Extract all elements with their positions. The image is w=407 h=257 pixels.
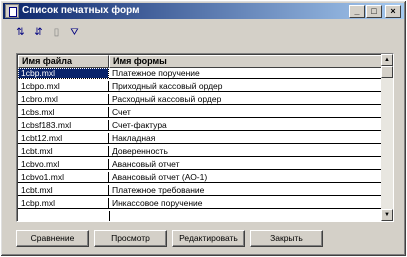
table-row[interactable]: 1cbp.mxl Платежное поручение [18, 68, 382, 79]
table-row[interactable]: 1cbt.mxl Платежное требование [18, 185, 382, 196]
scroll-thumb[interactable] [381, 66, 393, 78]
form-cell[interactable]: Авансовый отчет (АО-1) [109, 172, 382, 183]
close-window-button[interactable]: × [385, 5, 401, 18]
table-row[interactable]: 1cbs.mxl Счет [18, 107, 382, 118]
form-cell[interactable]: Авансовый отчет [109, 159, 382, 170]
vertical-scrollbar[interactable]: ▲ ▼ [381, 54, 393, 221]
column-header-form[interactable]: Имя формы [109, 55, 382, 68]
table-row[interactable]: 1cbp.mxl Инкассовое поручение [18, 198, 382, 209]
table-header: Имя файла Имя формы [18, 55, 382, 68]
form-cell[interactable]: Расходный кассовый ордер [109, 94, 382, 105]
form-cell[interactable]: Платежное требование [109, 185, 382, 196]
view-button[interactable]: Просмотр [94, 230, 167, 247]
column-divider [109, 211, 110, 221]
app-icon [5, 4, 19, 18]
minimize-button[interactable]: _ [349, 5, 365, 18]
file-cell[interactable]: 1cbp.mxl [18, 198, 109, 209]
file-cell[interactable]: 1cbs.mxl [18, 107, 109, 118]
title-bar[interactable]: Список печатных форм _ □ × [3, 3, 404, 19]
file-cell[interactable]: 1cbt.mxl [18, 185, 109, 196]
file-cell[interactable]: 1cbsf183.mxl [18, 120, 109, 131]
form-cell[interactable]: Накладная [109, 133, 382, 144]
document-icon[interactable]: ▯ [49, 25, 64, 40]
file-cell[interactable]: 1cbvo1.mxl [18, 172, 109, 183]
file-cell[interactable]: 1cbro.mxl [18, 94, 109, 105]
file-cell[interactable]: 1cbt12.mxl [18, 133, 109, 144]
file-cell[interactable]: 1cbp.mxl [18, 68, 109, 79]
table-row[interactable]: 1cbvo1.mxl Авансовый отчет (АО-1) [18, 172, 382, 183]
scroll-up-button[interactable]: ▲ [381, 54, 393, 66]
table-row[interactable]: 1cbsf183.mxl Счет-фактура [18, 120, 382, 131]
table-row[interactable]: 1cbvo.mxl Авансовый отчет [18, 159, 382, 170]
file-cell[interactable]: 1cbvo.mxl [18, 159, 109, 170]
table-body: 1cbp.mxl Платежное поручение 1cbpo.mxl П… [18, 68, 382, 221]
window-title: Список печатных форм [22, 5, 140, 16]
file-cell[interactable]: 1cbpo.mxl [18, 81, 109, 92]
maximize-button[interactable]: □ [366, 5, 382, 18]
table-empty-area [18, 211, 382, 221]
table-row[interactable]: 1cbt12.mxl Накладная [18, 133, 382, 144]
toolbar: ⇅ ⇵ ▯ ⛛ [11, 25, 91, 41]
print-forms-window: Список печатных форм _ □ × ⇅ ⇵ ▯ ⛛ Имя ф… [0, 0, 407, 257]
form-cell[interactable]: Платежное поручение [109, 68, 382, 79]
form-cell[interactable]: Инкассовое поручение [109, 198, 382, 209]
table-row[interactable]: 1cbt.mxl Доверенность [18, 146, 382, 157]
forms-table[interactable]: Имя файла Имя формы 1cbp.mxl Платежное п… [16, 53, 394, 222]
table-row[interactable]: 1cbro.mxl Расходный кассовый ордер [18, 94, 382, 105]
sort-descending-icon[interactable]: ⇵ [31, 25, 46, 40]
form-cell[interactable]: Счет [109, 107, 382, 118]
button-bar: Сравнение Просмотр Редактировать Закрыть [1, 230, 407, 248]
form-cell[interactable]: Доверенность [109, 146, 382, 157]
compare-button[interactable]: Сравнение [16, 230, 89, 247]
form-cell[interactable]: Счет-фактура [109, 120, 382, 131]
sort-ascending-icon[interactable]: ⇅ [13, 25, 28, 40]
file-cell[interactable]: 1cbt.mxl [18, 146, 109, 157]
edit-button[interactable]: Редактировать [172, 230, 245, 247]
close-button[interactable]: Закрыть [250, 230, 323, 247]
scroll-down-button[interactable]: ▼ [381, 209, 393, 221]
filter-icon[interactable]: ⛛ [67, 25, 82, 40]
table-row[interactable]: 1cbpo.mxl Приходный кассовый ордер [18, 81, 382, 92]
form-cell[interactable]: Приходный кассовый ордер [109, 81, 382, 92]
column-header-file[interactable]: Имя файла [18, 55, 109, 68]
